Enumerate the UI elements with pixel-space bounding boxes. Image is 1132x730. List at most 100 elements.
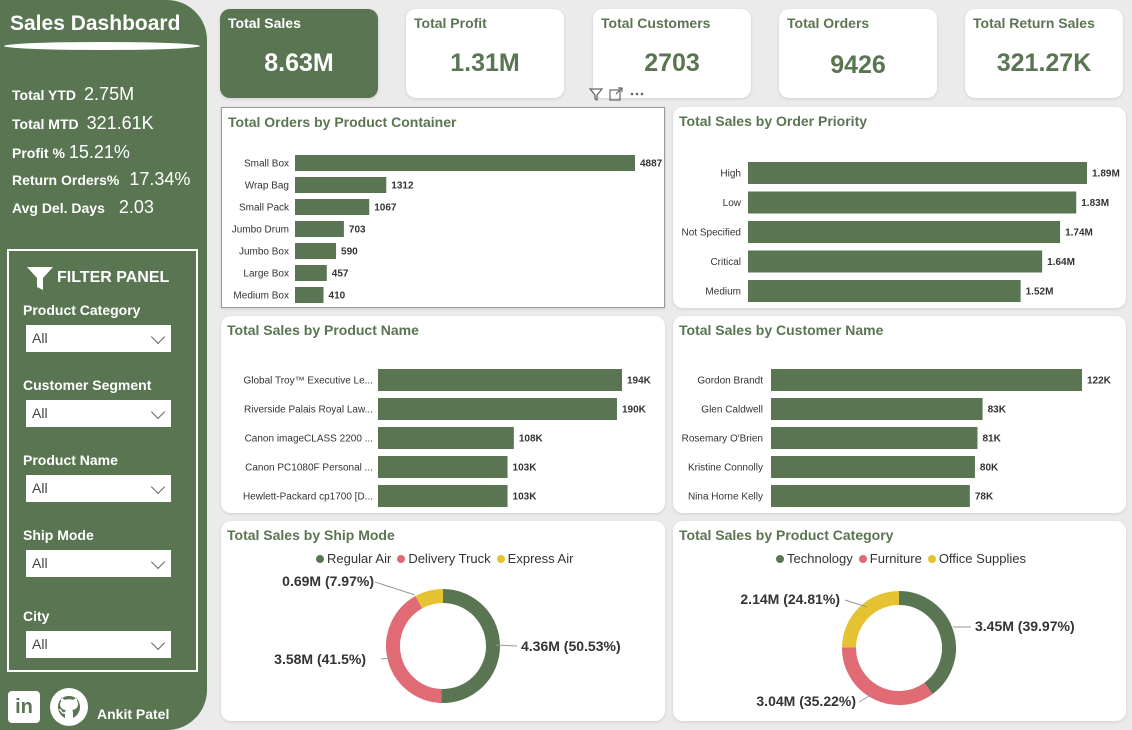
category-label: Gordon Brandt xyxy=(697,376,763,387)
kpi-card-total-orders[interactable]: Total Orders 9426 xyxy=(779,9,937,98)
bar[interactable] xyxy=(748,162,1087,184)
panel-sales-by-product-name[interactable]: Total Sales by Product Name Global Troy™… xyxy=(221,316,665,513)
bar[interactable] xyxy=(748,191,1077,214)
kpi-label: Return Orders% xyxy=(12,172,120,188)
bar[interactable] xyxy=(378,485,508,507)
kpi-card-total-return-sales[interactable]: Total Return Sales 321.27K xyxy=(965,9,1123,98)
bar[interactable] xyxy=(295,221,344,237)
ship-mode-dropdown[interactable]: All xyxy=(26,550,171,577)
kpi-avg-delivery-days: Avg Del. Days 2.03 xyxy=(12,197,154,218)
slice-label: 3.45M (39.97%) xyxy=(975,618,1075,634)
kpi-value: 17.34% xyxy=(129,169,191,189)
donut-slice[interactable] xyxy=(386,596,442,703)
product-category-dropdown[interactable]: All xyxy=(26,325,171,352)
bar[interactable] xyxy=(295,243,337,259)
data-label: 194K xyxy=(627,376,652,387)
slice-label: 3.58M (41.5%) xyxy=(274,651,366,667)
dashboard-title: Sales Dashboard xyxy=(10,12,181,35)
kpi-card-value: 321.27K xyxy=(996,49,1092,77)
kpi-card-title: Total Profit xyxy=(414,15,487,31)
panel-sales-by-customer-name[interactable]: Total Sales by Customer Name Gordon Bran… xyxy=(673,316,1126,513)
dropdown-value: All xyxy=(32,330,48,346)
panel-sales-by-ship-mode[interactable]: Total Sales by Ship Mode Regular Air Del… xyxy=(221,521,665,721)
bar[interactable] xyxy=(295,155,635,171)
data-label: 1.89M xyxy=(1092,169,1120,180)
chevron-down-icon xyxy=(150,404,166,420)
filter-icon[interactable] xyxy=(588,87,604,104)
data-label: 83K xyxy=(988,405,1007,416)
bar[interactable] xyxy=(771,398,983,420)
data-label: 108K xyxy=(519,434,544,445)
kpi-card-value: 8.63M xyxy=(264,49,334,77)
focus-mode-icon[interactable] xyxy=(609,87,623,104)
panel-orders-by-container[interactable]: Total Orders by Product Container Small … xyxy=(221,107,665,308)
donut-slice[interactable] xyxy=(842,647,933,705)
bar[interactable] xyxy=(378,369,622,391)
bar[interactable] xyxy=(378,456,508,478)
bar[interactable] xyxy=(771,427,978,449)
data-label: 1.64M xyxy=(1047,257,1075,268)
kpi-value: 321.61K xyxy=(86,113,154,133)
bar[interactable] xyxy=(748,221,1061,243)
data-label: 457 xyxy=(332,269,349,280)
bar[interactable] xyxy=(771,456,975,478)
category-label: Nina Horne Kelly xyxy=(688,492,763,503)
sales-by-product-name-chart: Global Troy™ Executive Le... 194K Riversid… xyxy=(243,369,652,507)
github-icon[interactable] xyxy=(50,688,88,726)
filter-panel: FILTER PANEL Product Category All Custom… xyxy=(7,249,198,672)
orders-by-container-chart: Small Box 4887 Wrap Bag 1312 Small Pack 1067 J… xyxy=(232,155,663,303)
linkedin-icon[interactable]: in xyxy=(8,691,40,723)
dropdown-value: All xyxy=(32,480,48,496)
panel-sales-by-order-priority[interactable]: Total Sales by Order Priority High 1.89M L… xyxy=(673,107,1126,308)
data-label: 103K xyxy=(513,463,538,474)
kpi-card-total-profit[interactable]: Total Profit 1.31M xyxy=(406,9,564,98)
donut-slice[interactable] xyxy=(441,589,500,703)
funnel-icon xyxy=(27,267,53,290)
chevron-down-icon xyxy=(150,329,166,345)
customer-segment-dropdown[interactable]: All xyxy=(26,400,171,427)
bar[interactable] xyxy=(748,250,1043,273)
category-label: Hewlett-Packard cp1700 [D... xyxy=(243,492,373,503)
city-dropdown[interactable]: All xyxy=(26,631,171,658)
more-options-icon[interactable] xyxy=(629,87,645,104)
data-label: 103K xyxy=(513,492,538,503)
bar[interactable] xyxy=(295,199,370,215)
data-label: 410 xyxy=(329,291,346,302)
category-label: Jumbo Box xyxy=(239,247,289,258)
panel-sales-by-product-category[interactable]: Total Sales by Product Category Technolo… xyxy=(673,521,1126,721)
kpi-value: 2.75M xyxy=(84,84,135,104)
kpi-value: 2.03 xyxy=(118,197,154,217)
product-name-dropdown[interactable]: All xyxy=(26,475,171,502)
filter-label-product-name: Product Name xyxy=(23,452,118,468)
kpi-profit-percent: Profit % 15.21% xyxy=(12,142,130,163)
bar[interactable] xyxy=(378,427,514,449)
kpi-card-total-customers[interactable]: Total Customers 2703 xyxy=(593,9,751,98)
donut-slice[interactable] xyxy=(415,589,444,609)
data-label: 1.83M xyxy=(1081,198,1109,209)
data-label: 81K xyxy=(982,434,1001,445)
bar[interactable] xyxy=(295,265,327,281)
kpi-card-total-sales[interactable]: Total Sales 8.63M xyxy=(220,9,378,98)
product-category-donut: 3.45M (39.97%) 3.04M (35.22%) 2.14M (24.81… xyxy=(740,591,1075,709)
kpi-card-title: Total Customers xyxy=(601,15,711,31)
donut-slice[interactable] xyxy=(898,591,956,695)
bar[interactable] xyxy=(295,287,324,303)
category-label: Jumbo Drum xyxy=(232,225,289,236)
donut-slice[interactable] xyxy=(842,591,900,648)
kpi-label: Total MTD xyxy=(12,116,79,132)
bar[interactable] xyxy=(771,485,970,507)
bar[interactable] xyxy=(295,177,387,193)
kpi-total-mtd: Total MTD 321.61K xyxy=(12,113,154,134)
data-label: 78K xyxy=(975,492,994,503)
filter-label-ship-mode: Ship Mode xyxy=(23,527,94,543)
kpi-card-title: Total Orders xyxy=(787,15,870,31)
data-label: 590 xyxy=(341,247,358,258)
category-label: Critical xyxy=(710,257,741,268)
bar[interactable] xyxy=(748,280,1021,302)
data-label: 1067 xyxy=(374,203,397,214)
kpi-label: Profit % xyxy=(12,145,65,161)
bar[interactable] xyxy=(378,398,617,420)
author-name: Ankit Patel xyxy=(97,706,170,722)
category-label: Wrap Bag xyxy=(245,181,289,192)
bar[interactable] xyxy=(771,369,1082,391)
